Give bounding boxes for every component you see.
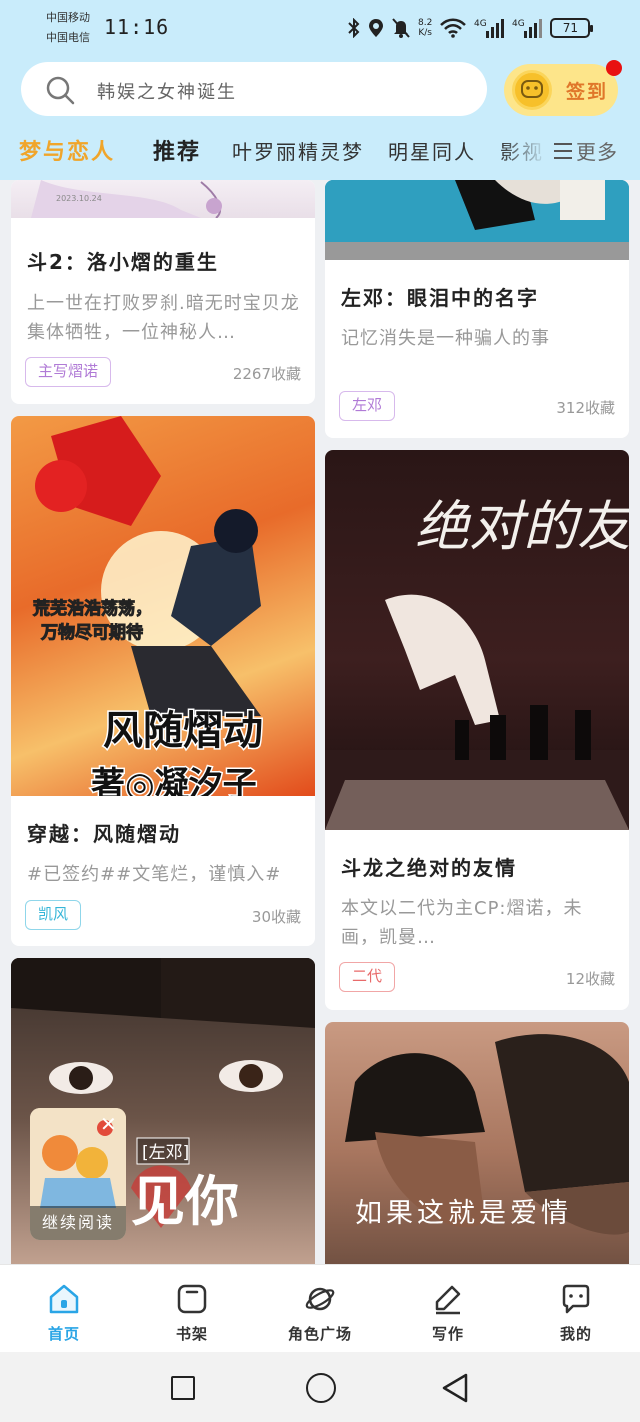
nav-character-plaza[interactable]: 角色广场 xyxy=(256,1265,384,1353)
more-label: 更多 xyxy=(576,140,618,164)
story-title: 斗2：洛小熠的重生 xyxy=(27,250,219,274)
search-placeholder: 韩娱之女神诞生 xyxy=(97,82,237,103)
story-tag[interactable]: 二代 xyxy=(339,962,396,992)
story-feed: 2023.10.24 斗2：洛小熠的重生 上一世在打败罗刹.暗无时宝贝龙集体牺牲… xyxy=(0,180,640,1264)
continue-reading-label: 继续阅读 xyxy=(30,1206,126,1240)
favorite-count: 12收藏 xyxy=(565,970,615,988)
story-cover xyxy=(325,180,629,260)
story-tag[interactable]: 凯风 xyxy=(25,900,82,930)
nav-bookshelf[interactable]: 书架 xyxy=(128,1265,256,1353)
story-card[interactable]: 荒芜浩浩荡荡， 万物尽可期待 风随熠动 著◎凝汐子 穿越：风随熠动 #已签约##… xyxy=(11,416,315,946)
home-button[interactable] xyxy=(306,1373,336,1403)
home-icon xyxy=(49,1284,79,1314)
battery-indicator: 71 xyxy=(550,18,594,38)
story-description: 上一世在打败罗刹.暗无时宝贝龙集体牺牲，一位神秘人… xyxy=(27,293,300,343)
svg-text:见你: 见你 xyxy=(131,1170,239,1233)
story-title: 斗龙之绝对的友情 xyxy=(341,856,517,880)
tab-ye-luo-li[interactable]: 叶罗丽精灵梦 xyxy=(232,136,364,165)
story-tag[interactable]: 左邓 xyxy=(339,391,396,421)
tab-recommend[interactable]: 推荐 xyxy=(153,134,201,166)
net-speed: 8.2 K/s xyxy=(418,18,433,38)
tab-dream-lover[interactable]: 梦与恋人 xyxy=(19,134,115,166)
story-card[interactable]: 2023.10.24 斗2：洛小熠的重生 上一世在打败罗刹.暗无时宝贝龙集体牺牲… xyxy=(11,180,315,404)
svg-text:著◎凝汐子: 著◎凝汐子 xyxy=(91,765,257,796)
nav-write[interactable]: 写作 xyxy=(384,1265,512,1353)
story-title: 左邓：眼泪中的名字 xyxy=(341,286,539,310)
svg-text:万物尽可期待: 万物尽可期待 xyxy=(40,622,143,643)
signin-label: 签到 xyxy=(566,81,609,103)
bookshelf-icon xyxy=(177,1284,207,1314)
story-description: 记忆消失是一种骗人的事 xyxy=(341,328,550,349)
bottom-navigation: 首页 书架 角色广场 写作 我的 xyxy=(0,1264,640,1352)
carrier-2: 中国电信 xyxy=(46,31,90,44)
svg-text:荒芜浩浩荡荡，: 荒芜浩浩荡荡， xyxy=(32,598,152,619)
app-header: 中国移动 中国电信 11:16 8.2 K/s 4G 4G 71 韩娱之女神诞生 … xyxy=(0,0,640,180)
status-bar: 中国移动 中国电信 11:16 8.2 K/s 4G 4G 71 xyxy=(0,0,640,56)
story-cover: 绝对的友情 xyxy=(325,450,629,830)
pen-icon xyxy=(435,1285,461,1315)
status-icons: 8.2 K/s 4G 4G 71 xyxy=(348,12,594,44)
signal-icon-1: 4G xyxy=(474,19,505,38)
story-cover: 荒芜浩浩荡荡， 万物尽可期待 风随熠动 著◎凝汐子 xyxy=(11,416,315,796)
svg-text:4G: 4G xyxy=(474,19,487,29)
favorite-count: 312收藏 xyxy=(556,399,615,417)
favorite-count: 30收藏 xyxy=(251,908,301,926)
story-description: #已签约##文笔烂，谨慎入# xyxy=(27,864,282,885)
favorite-count: 2267收藏 xyxy=(232,365,301,383)
category-tabs: 梦与恋人 推荐 叶罗丽精灵梦 明星同人 影视 更多 xyxy=(0,130,640,176)
nav-home[interactable]: 首页 xyxy=(0,1265,128,1353)
story-cover: 如果这就是爱情 xyxy=(325,1022,629,1264)
planet-icon xyxy=(305,1287,335,1311)
clock: 11:16 xyxy=(104,15,170,39)
back-button[interactable] xyxy=(440,1372,470,1404)
recent-apps-button[interactable] xyxy=(171,1376,195,1400)
story-cover: 2023.10.24 xyxy=(11,180,315,218)
menu-icon xyxy=(554,143,572,161)
nav-label: 写作 xyxy=(431,1325,464,1343)
nav-label: 角色广场 xyxy=(287,1325,352,1343)
nav-label: 我的 xyxy=(559,1325,592,1343)
svg-text:2023.10.24: 2023.10.24 xyxy=(56,194,102,203)
signin-button[interactable]: 签到 xyxy=(504,64,618,116)
nav-label: 首页 xyxy=(47,1325,80,1343)
nav-mine[interactable]: 我的 xyxy=(512,1265,640,1353)
search-input[interactable]: 韩娱之女神诞生 xyxy=(21,62,487,116)
story-card[interactable]: 左邓：眼泪中的名字 记忆消失是一种骗人的事 左邓 312收藏 xyxy=(325,180,629,438)
chat-bubble-icon xyxy=(562,1284,590,1314)
tab-celebrity[interactable]: 明星同人 xyxy=(388,136,476,165)
story-card[interactable]: 如果这就是爱情 xyxy=(325,1022,629,1264)
svg-text:4G: 4G xyxy=(512,19,525,29)
mute-bell-icon xyxy=(392,18,410,38)
story-description: 本文以二代为主CP:熠诺，未画，凯曼… xyxy=(341,898,583,948)
signal-icon-2: 4G xyxy=(512,19,543,38)
more-categories-button[interactable]: 更多 xyxy=(548,130,640,176)
svg-text:[左邓]: [左邓] xyxy=(142,1143,189,1163)
svg-text:绝对的友情: 绝对的友情 xyxy=(415,495,629,558)
svg-text:如果这就是爱情: 如果这就是爱情 xyxy=(355,1198,572,1229)
system-navigation-bar xyxy=(0,1352,640,1422)
wifi-icon xyxy=(440,18,467,38)
story-card[interactable]: 绝对的友情 斗龙之绝对的友情 本文以二代为主CP:熠诺，未画，凯曼… 二代 12… xyxy=(325,450,629,1010)
story-tag[interactable]: 主写熠诺 xyxy=(25,357,112,387)
story-title: 穿越：风随熠动 xyxy=(27,822,181,846)
location-icon xyxy=(369,19,383,37)
nav-label: 书架 xyxy=(175,1325,208,1343)
svg-text:风随熠动: 风随熠动 xyxy=(103,708,263,754)
notification-dot xyxy=(606,60,622,76)
search-icon xyxy=(46,76,75,105)
bluetooth-icon xyxy=(348,18,360,38)
smiley-icon xyxy=(512,70,552,110)
carrier-1: 中国移动 xyxy=(46,11,90,24)
close-icon[interactable]: ✕ xyxy=(100,1112,117,1136)
